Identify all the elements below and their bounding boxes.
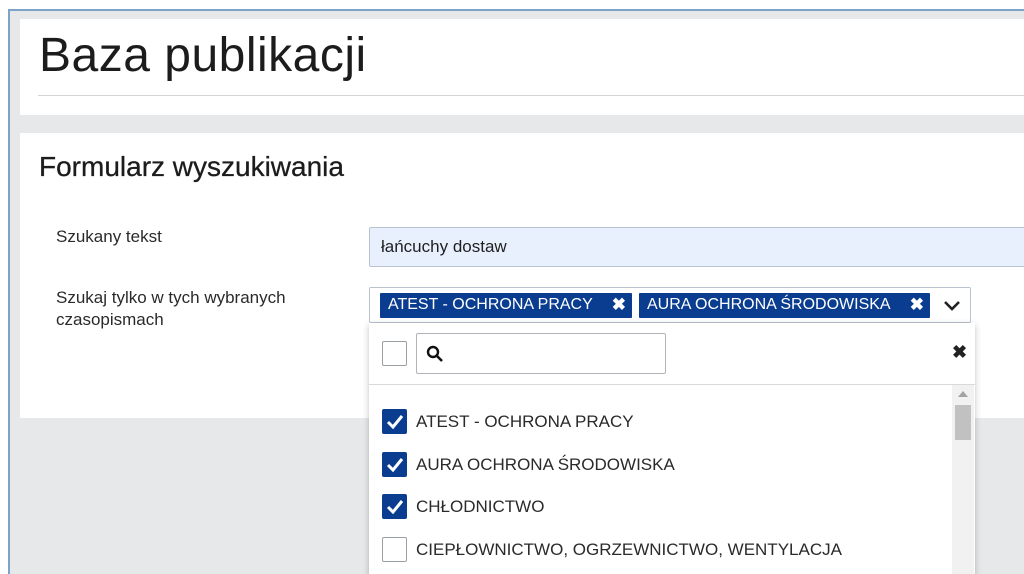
list-item[interactable]: CHŁODNICTWO (369, 494, 949, 534)
journals-label: Szukaj tylko w tych wybranych czasopisma… (56, 288, 286, 329)
title-card: Baza publikacji (20, 19, 1024, 115)
option-label: CHŁODNICTWO (416, 497, 545, 516)
close-icon[interactable]: ✖ (952, 342, 967, 363)
chip-label: ATEST - OCHRONA PRACY (388, 296, 593, 313)
chevron-down-icon[interactable] (942, 294, 962, 316)
search-text-input[interactable]: łańcuchy dostaw (369, 227, 1024, 267)
list-item[interactable]: AURA OCHRONA ŚRODOWISKA (369, 452, 949, 492)
dropdown-search-row: ✖ (369, 323, 975, 385)
select-all-checkbox[interactable] (382, 341, 407, 366)
list-item[interactable]: ATEST - OCHRONA PRACY (369, 409, 949, 449)
search-icon (426, 345, 444, 363)
divider (38, 95, 1024, 96)
option-label: AURA OCHRONA ŚRODOWISKA (416, 455, 675, 474)
search-text-label: Szukany tekst (56, 227, 162, 246)
option-label: ATEST - OCHRONA PRACY (416, 412, 634, 431)
scroll-up-icon[interactable] (958, 391, 968, 397)
option-label: CIEPŁOWNICTWO, OGRZEWNICTWO, WENTYLACJA (416, 540, 842, 559)
checkbox-checked[interactable] (382, 494, 407, 519)
selected-chip: ATEST - OCHRONA PRACY ✖ (380, 293, 632, 318)
checkbox-checked[interactable] (382, 452, 407, 477)
selected-chip: AURA OCHRONA ŚRODOWISKA ✖ (639, 293, 930, 318)
scrollbar[interactable] (952, 385, 974, 574)
journals-dropdown: ✖ ATEST - OCHRONA PRACY AURA OCHRONA ŚRO… (369, 323, 975, 574)
form-title: Formularz wyszukiwania (39, 151, 344, 182)
chip-label: AURA OCHRONA ŚRODOWISKA (647, 296, 891, 313)
remove-chip-icon[interactable]: ✖ (910, 295, 924, 315)
dropdown-search-input[interactable] (416, 333, 666, 374)
journals-multiselect[interactable]: ATEST - OCHRONA PRACY ✖ AURA OCHRONA ŚRO… (369, 287, 971, 323)
checkbox-unchecked[interactable] (382, 537, 407, 562)
list-item[interactable]: CIEPŁOWNICTWO, OGRZEWNICTWO, WENTYLACJA (369, 537, 949, 574)
page-title: Baza publikacji (39, 29, 367, 82)
remove-chip-icon[interactable]: ✖ (612, 295, 626, 315)
checkbox-checked[interactable] (382, 409, 407, 434)
dropdown-options: ATEST - OCHRONA PRACY AURA OCHRONA ŚRODO… (369, 385, 975, 574)
scroll-thumb[interactable] (955, 405, 971, 440)
